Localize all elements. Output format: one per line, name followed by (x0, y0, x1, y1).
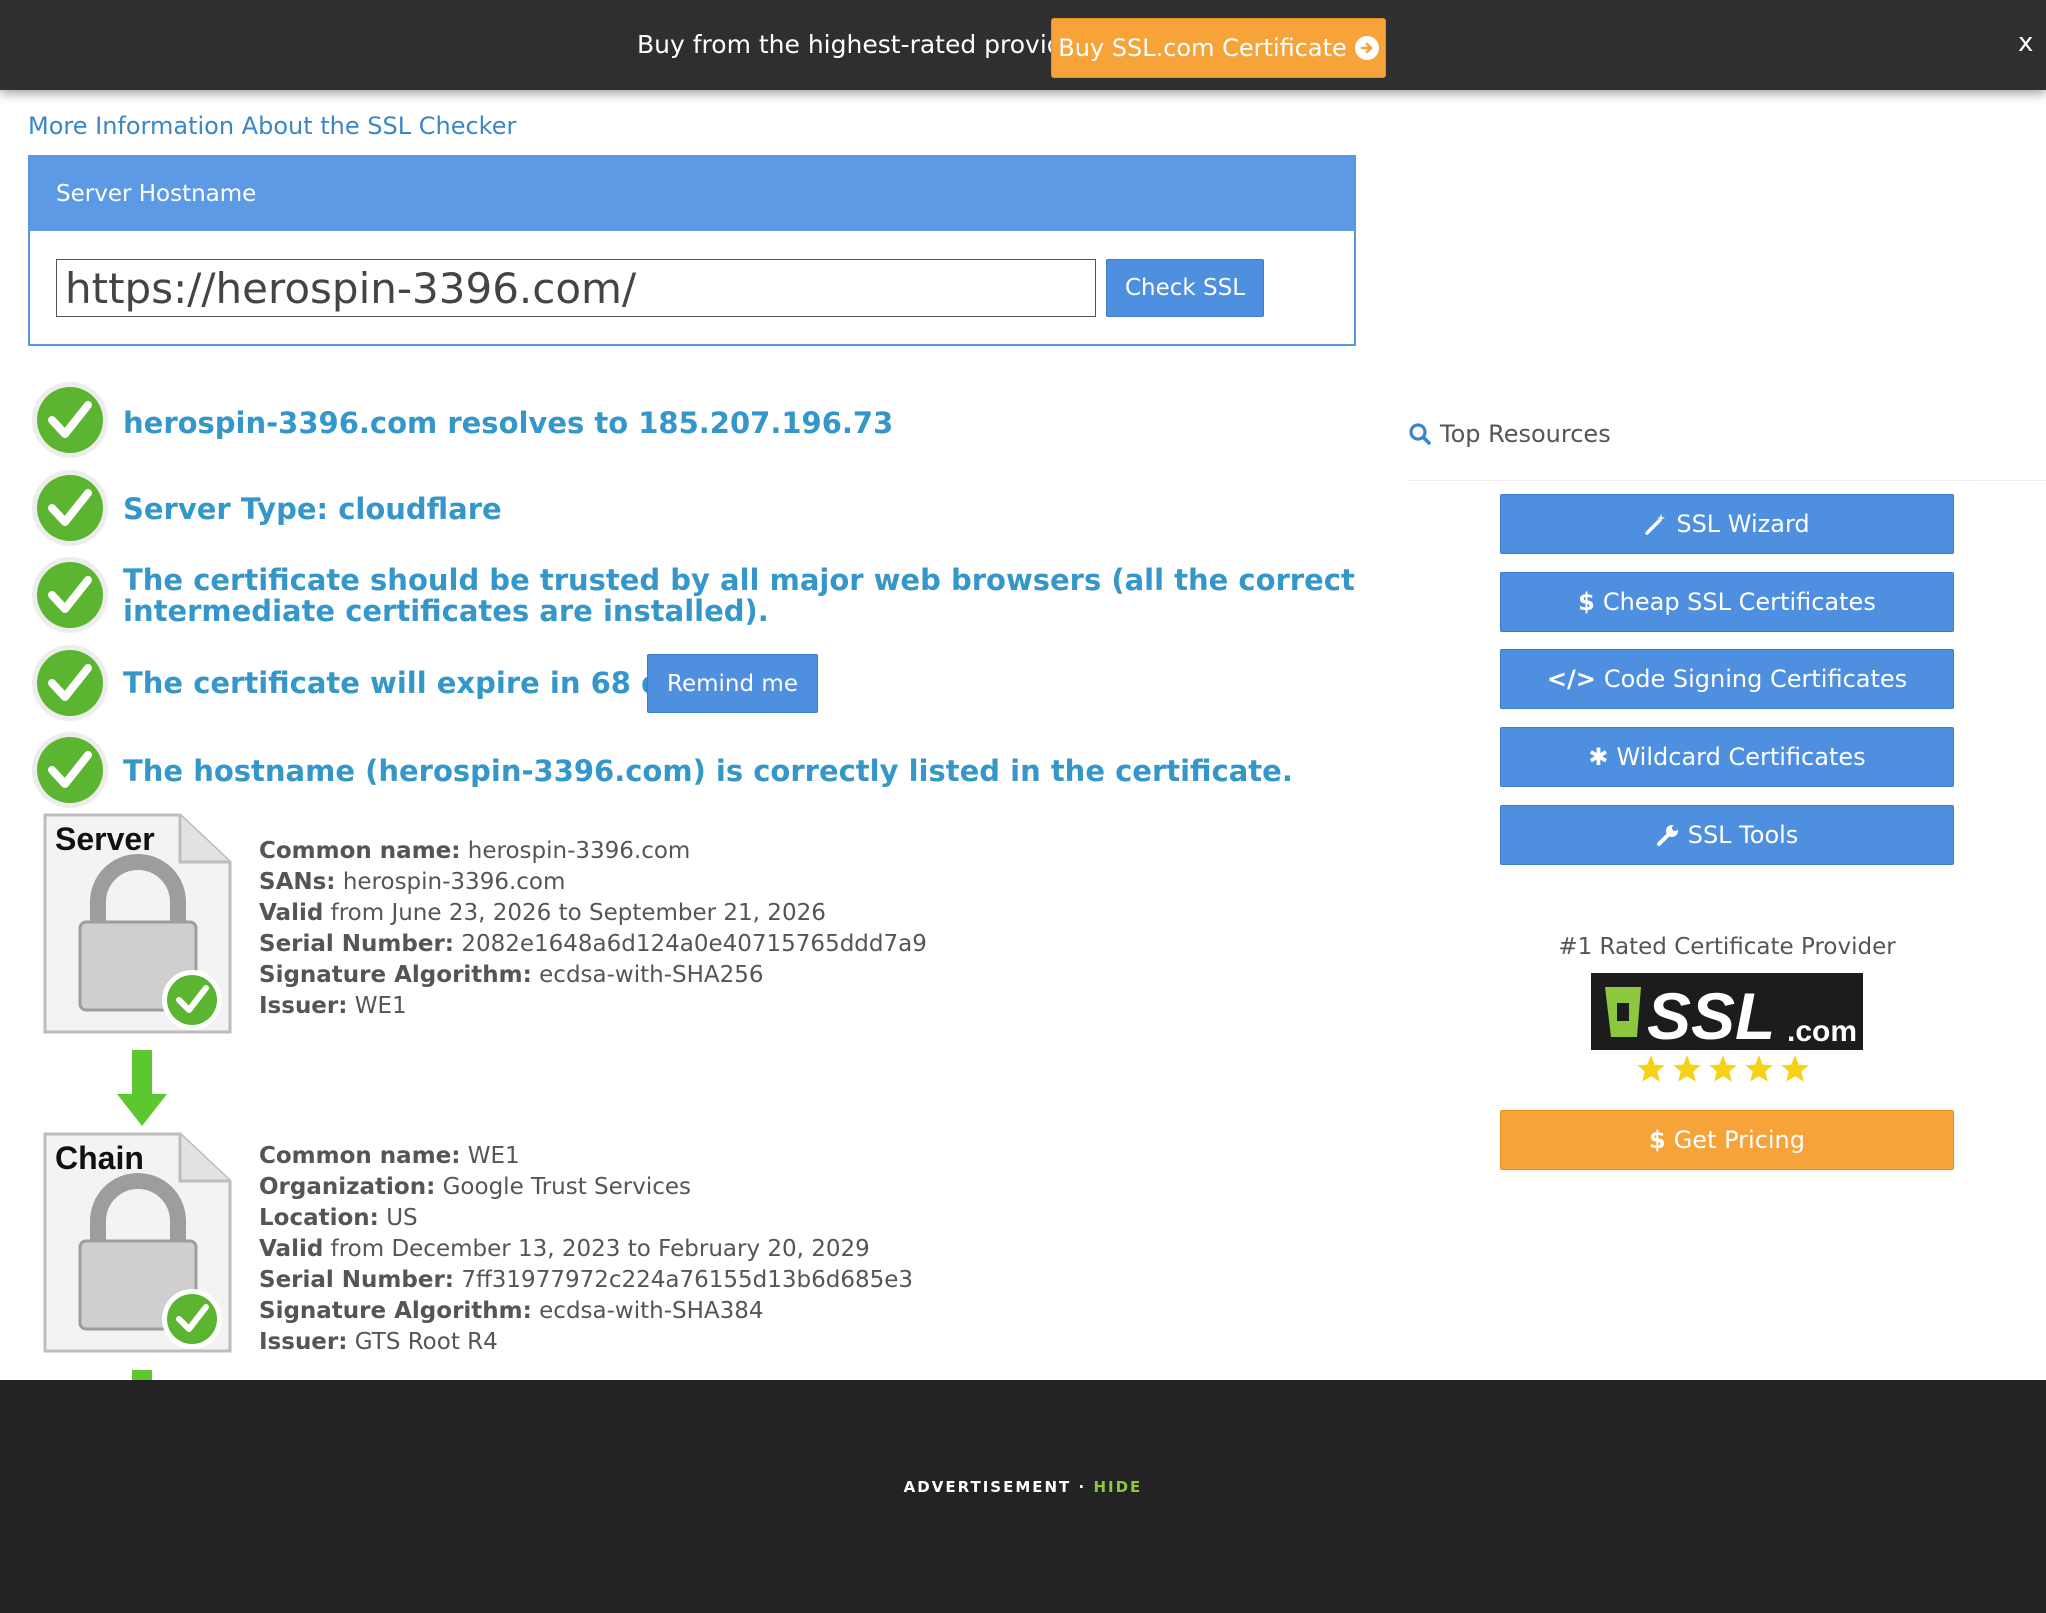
buy-certificate-button[interactable]: Buy SSL.com Certificate (1051, 18, 1386, 78)
promo-text: Buy from the highest-rated provider (637, 30, 1089, 59)
server-signature: ecdsa-with-SHA256 (539, 962, 764, 988)
server-serial: 2082e1648a6d124a0e40715765ddd7a9 (461, 931, 927, 957)
remind-me-button[interactable]: Remind me (647, 654, 818, 713)
hostname-input[interactable] (56, 259, 1096, 317)
chain-certificate-icon: Chain (43, 1132, 232, 1353)
hide-ad-link[interactable]: HIDE (1093, 1478, 1142, 1496)
server-common-name: herospin-3396.com (467, 838, 691, 864)
server-issuer: WE1 (354, 993, 407, 1019)
top-resources-heading: Top Resources (1408, 420, 1611, 448)
arrow-circle-right-icon (1354, 36, 1379, 60)
chain-icon-label: Chain (55, 1140, 144, 1176)
star-icon (1709, 1055, 1737, 1082)
ssl-com-logo[interactable]: SSL .com (1591, 973, 1863, 1050)
chain-valid: from December 13, 2023 to February 20, 2… (330, 1236, 870, 1262)
get-pricing-button[interactable]: $ Get Pricing (1500, 1110, 1954, 1170)
chain-organization: Google Trust Services (442, 1174, 692, 1200)
chain-serial: 7ff31977972c224a76155d13b6d685e3 (461, 1267, 914, 1293)
server-icon-label: Server (55, 821, 155, 857)
panel-title: Server Hostname (30, 157, 1354, 231)
advertisement-bar (0, 1380, 2046, 1613)
chain-location: US (386, 1205, 418, 1231)
wrench-icon (1656, 825, 1678, 846)
svg-text:.com: .com (1787, 1015, 1857, 1048)
wildcard-button[interactable]: ✱ Wildcard Certificates (1500, 727, 1954, 787)
close-promo-button[interactable]: x (2018, 28, 2033, 58)
dollar-icon: $ (1578, 588, 1595, 616)
hostname-panel: Server Hostname Check SSL (28, 155, 1356, 346)
star-icon (1637, 1055, 1665, 1082)
result-resolves: herospin-3396.com resolves to 185.207.19… (123, 406, 894, 440)
result-expiry: The certificate will expire in 68 days. (123, 666, 728, 700)
chain-common-name: WE1 (467, 1143, 520, 1169)
check-icon (32, 382, 108, 458)
advertisement-label: ADVERTISEMENT · HIDE (903, 1478, 1143, 1496)
dollar-icon: $ (1649, 1126, 1666, 1154)
server-sans: herospin-3396.com (342, 869, 566, 895)
check-icon (32, 557, 108, 633)
check-icon (32, 645, 108, 721)
rating-stars (1636, 1054, 1810, 1084)
server-valid: from June 23, 2026 to September 21, 2026 (330, 900, 826, 926)
search-icon (1409, 423, 1431, 445)
check-ssl-button[interactable]: Check SSL (1106, 259, 1264, 317)
star-icon (1781, 1055, 1809, 1082)
buy-certificate-label: Buy SSL.com Certificate (1058, 34, 1347, 62)
cheap-ssl-button[interactable]: $ Cheap SSL Certificates (1500, 572, 1954, 632)
asterisk-icon: ✱ (1588, 743, 1609, 771)
more-info-link[interactable]: More Information About the SSL Checker (28, 112, 516, 140)
chain-issuer: GTS Root R4 (354, 1329, 498, 1355)
ssl-wizard-button[interactable]: SSL Wizard (1500, 494, 1954, 554)
arrow-down-icon (132, 1370, 152, 1380)
rated-provider-text: #1 Rated Certificate Provider (1558, 934, 1896, 960)
star-icon (1673, 1055, 1701, 1082)
promo-bar: Buy from the highest-rated provider Buy … (0, 0, 2046, 90)
result-hostname-listed: The hostname (herospin-3396.com) is corr… (123, 754, 1293, 788)
chain-cert-details: Common name: WE1 Organization: Google Tr… (259, 1143, 914, 1355)
server-certificate-icon: Server (43, 813, 232, 1034)
result-trusted: The certificate should be trusted by all… (123, 563, 1355, 628)
check-icon (32, 732, 108, 808)
code-signing-button[interactable]: </> Code Signing Certificates (1500, 649, 1954, 709)
check-icon (32, 470, 108, 546)
arrow-down-icon (117, 1050, 167, 1126)
sidebar-divider (1408, 480, 2046, 481)
star-icon (1745, 1055, 1773, 1082)
result-server-type: Server Type: cloudflare (123, 492, 502, 526)
chain-signature: ecdsa-with-SHA384 (539, 1298, 764, 1324)
ssl-tools-button[interactable]: SSL Tools (1500, 805, 1954, 865)
server-cert-details: Common name: herospin-3396.com SANs: her… (259, 838, 927, 1019)
svg-text:SSL: SSL (1647, 979, 1775, 1050)
magic-wand-icon (1645, 514, 1666, 535)
code-icon: </> (1546, 665, 1596, 693)
